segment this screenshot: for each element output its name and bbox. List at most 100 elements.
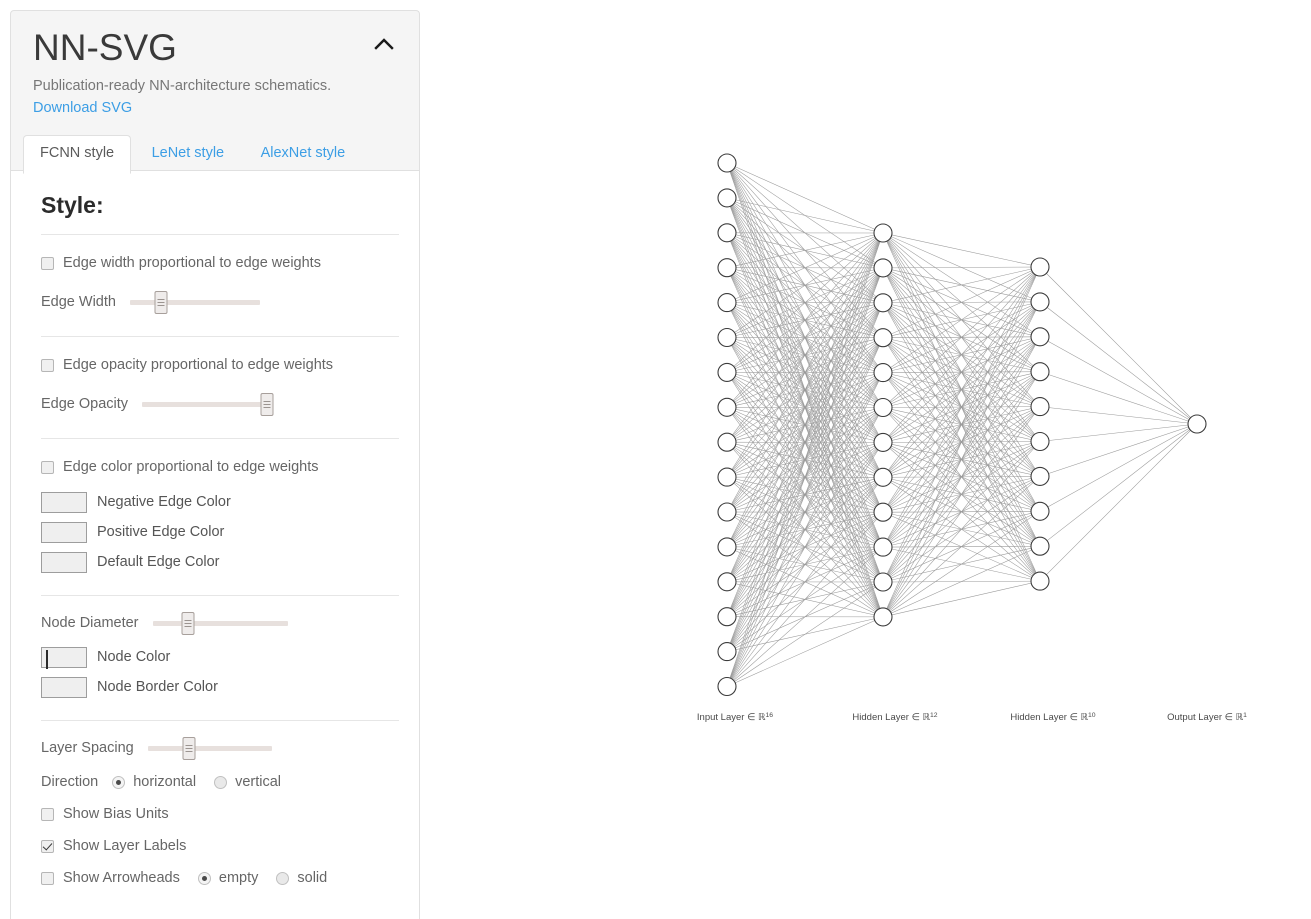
arrowhead-option-solid[interactable]: solid	[276, 870, 327, 887]
edge-width-proportional-row[interactable]: Edge width proportional to edge weights	[41, 249, 399, 277]
direction-option-horizontal[interactable]: horizontal	[112, 774, 196, 791]
style-panel-body: Style: Edge width proportional to edge w…	[11, 171, 419, 919]
style-heading: Style:	[41, 192, 104, 219]
chevron-up-icon[interactable]	[369, 33, 399, 57]
show-bias-units-checkbox[interactable]	[41, 807, 54, 821]
slider-handle[interactable]	[154, 291, 168, 315]
edge-opacity-slider[interactable]	[142, 393, 274, 417]
network-node	[717, 502, 737, 522]
direction-horizontal-radio[interactable]	[112, 775, 126, 789]
arrowhead-empty-radio[interactable]	[197, 871, 211, 885]
node-color-swatch[interactable]	[41, 646, 87, 669]
network-node	[717, 642, 737, 662]
positive-edge-color-label: Positive Edge Color	[97, 523, 225, 540]
layer-spacing-slider-row: Layer Spacing	[41, 732, 399, 764]
positive-edge-color-swatch[interactable]	[41, 521, 87, 543]
node-border-color-swatch[interactable]	[41, 676, 87, 698]
network-node	[1030, 571, 1050, 591]
direction-vertical-radio[interactable]	[214, 775, 228, 789]
network-node	[873, 572, 893, 592]
edge-opacity-proportional-checkbox[interactable]	[41, 358, 54, 372]
network-node	[873, 328, 893, 348]
tab-alexnet-style[interactable]: AlexNet style	[245, 136, 362, 172]
network-node	[1030, 362, 1050, 382]
app-subtitle: Publication-ready NN-architecture schema…	[33, 78, 332, 94]
negative-edge-color-label: Negative Edge Color	[97, 493, 231, 510]
layer-label: Hidden Layer ∈ ℝ12	[852, 712, 937, 724]
direction-vertical-label: vertical	[235, 773, 282, 790]
slider-handle[interactable]	[181, 612, 195, 636]
download-svg-link[interactable]: Download SVG	[33, 100, 132, 116]
layer-spacing-slider[interactable]	[147, 737, 272, 761]
app-title: NN-SVG	[33, 27, 177, 68]
default-edge-color-row: Default Edge Color	[41, 547, 399, 577]
slider-track	[142, 402, 273, 408]
node-diameter-slider-row: Node Diameter	[41, 607, 399, 639]
direction-label: Direction	[41, 774, 99, 791]
arrowhead-option-empty[interactable]: empty	[197, 870, 258, 887]
direction-option-vertical[interactable]: vertical	[214, 774, 281, 791]
layout-group: Layer Spacing Direction horizontal verti	[11, 721, 419, 892]
show-layer-labels-row[interactable]: Show Layer Labels	[41, 832, 399, 860]
network-node	[717, 607, 737, 627]
network-node	[717, 467, 737, 487]
control-panel: NN-SVG Publication-ready NN-architecture…	[10, 10, 420, 919]
show-arrowheads-checkbox[interactable]	[41, 871, 54, 885]
style-tabs: FCNN style LeNet style AlexNet style	[11, 134, 419, 174]
network-node	[873, 363, 893, 383]
show-layer-labels-checkbox[interactable]	[41, 839, 54, 853]
edge-color-proportional-row[interactable]: Edge color proportional to edge weights	[41, 453, 399, 481]
show-arrowheads-row: Show Arrowheads empty solid	[41, 864, 399, 892]
network-node	[873, 258, 893, 278]
default-edge-color-swatch[interactable]	[41, 551, 87, 573]
edge-width-group: Edge width proportional to edge weights …	[11, 235, 419, 318]
arrowhead-solid-radio[interactable]	[276, 871, 290, 885]
network-diagram: Input Layer ∈ ℝ16 Hidden Layer ∈ ℝ12 Hidde…	[430, 0, 1311, 919]
network-node	[873, 467, 893, 487]
network-node	[873, 607, 893, 627]
edge-width-slider-label: Edge Width	[41, 294, 116, 311]
layer-label: Hidden Layer ∈ ℝ10	[1010, 712, 1095, 724]
positive-edge-color-row: Positive Edge Color	[41, 517, 399, 547]
edge-opacity-proportional-row[interactable]: Edge opacity proportional to edge weight…	[41, 351, 399, 379]
slider-track	[147, 746, 272, 752]
network-node	[717, 362, 737, 382]
network-node	[717, 153, 737, 173]
network-node	[1030, 536, 1050, 556]
node-diameter-slider-label: Node Diameter	[41, 615, 139, 632]
edge-width-proportional-label: Edge width proportional to edge weights	[63, 254, 321, 271]
network-node	[873, 537, 893, 557]
network-node	[1030, 466, 1050, 486]
network-node	[1030, 501, 1050, 521]
network-node	[1030, 257, 1050, 277]
network-node	[873, 293, 893, 313]
network-edges	[726, 162, 1198, 687]
tab-fcnn-style[interactable]: FCNN style	[23, 135, 132, 174]
layer-label: Output Layer ∈ ℝ1	[1167, 712, 1247, 724]
node-border-color-row: Node Border Color	[41, 672, 399, 702]
edge-opacity-slider-label: Edge Opacity	[41, 396, 129, 413]
negative-edge-color-swatch[interactable]	[41, 491, 87, 513]
edge-color-proportional-checkbox[interactable]	[41, 460, 54, 474]
edge-width-proportional-checkbox[interactable]	[41, 256, 54, 270]
slider-handle[interactable]	[260, 393, 274, 417]
slider-track	[152, 621, 288, 627]
app-root: NN-SVG Publication-ready NN-architecture…	[0, 0, 1311, 919]
show-bias-units-row[interactable]: Show Bias Units	[41, 800, 399, 828]
network-node	[717, 432, 737, 452]
swatch-fill	[46, 649, 48, 669]
node-color-row: Node Color	[41, 642, 399, 672]
edge-opacity-slider-row: Edge Opacity	[41, 388, 399, 420]
negative-edge-color-row: Negative Edge Color	[41, 487, 399, 517]
network-node	[717, 537, 737, 557]
edge-width-slider[interactable]	[129, 291, 260, 315]
node-diameter-slider[interactable]	[152, 612, 288, 636]
network-node	[717, 327, 737, 348]
tab-lenet-style[interactable]: LeNet style	[136, 136, 241, 172]
network-node	[873, 397, 893, 418]
layer-labels: Input Layer ∈ ℝ16 Hidden Layer ∈ ℝ12 Hidde…	[697, 712, 1247, 724]
node-border-color-label: Node Border Color	[97, 678, 218, 695]
slider-handle[interactable]	[182, 737, 196, 761]
network-node	[873, 432, 893, 452]
default-edge-color-label: Default Edge Color	[97, 553, 220, 570]
